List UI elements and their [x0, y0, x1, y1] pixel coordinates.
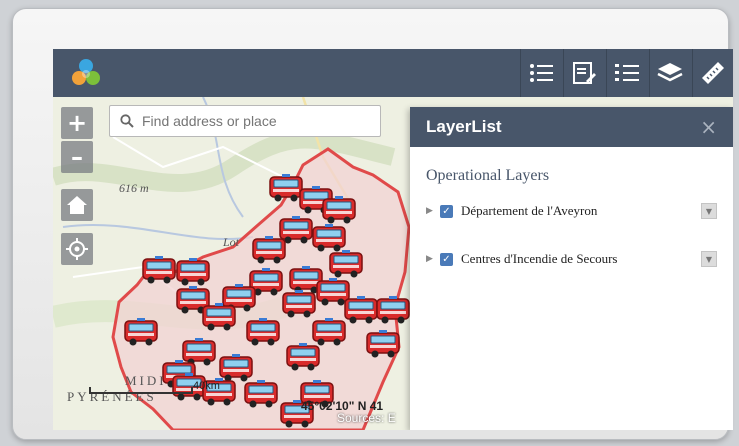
tablet-frame: 616 m Lot MIDI- PYRÉNÉES + – Find addres… — [12, 8, 733, 440]
layer-row-departement[interactable]: ▶ ✓ Département de l'Aveyron ▼ — [426, 199, 717, 223]
fire-truck-marker[interactable] — [201, 302, 237, 332]
scale-label: 40km — [193, 380, 220, 392]
search-box[interactable] — [109, 105, 381, 137]
expand-caret-icon[interactable]: ▶ — [426, 206, 440, 216]
layer-row-centres[interactable]: ▶ ✓ Centres d'Incendie de Secours ▼ — [426, 247, 717, 271]
layer-checkbox[interactable]: ✓ — [440, 204, 453, 218]
zoom-out-button[interactable]: – — [61, 141, 93, 173]
layer-menu-chevron-icon[interactable]: ▼ — [701, 203, 717, 219]
layer-menu-chevron-icon[interactable]: ▼ — [701, 251, 717, 267]
zoom-in-button[interactable]: + — [61, 107, 93, 139]
fire-truck-marker[interactable] — [175, 257, 211, 287]
layer-checkbox[interactable]: ✓ — [440, 252, 453, 266]
legend-list-icon — [615, 64, 639, 81]
layer-label: Centres d'Incendie de Secours — [461, 251, 618, 266]
scale-bar: 40km — [89, 380, 220, 394]
home-icon — [67, 196, 87, 214]
fire-truck-marker[interactable] — [343, 295, 379, 325]
layerlist-body: Operational Layers ▶ ✓ Département de l'… — [410, 147, 733, 315]
search-icon — [120, 114, 134, 128]
locate-button[interactable] — [61, 233, 93, 265]
fire-truck-marker[interactable] — [321, 195, 357, 225]
river-label: Lot — [223, 235, 240, 249]
layerlist-header: LayerList × — [410, 107, 733, 147]
fire-truck-marker[interactable] — [328, 249, 364, 279]
widget-toolbar — [518, 49, 733, 97]
fire-truck-marker[interactable] — [245, 317, 281, 347]
list-icon — [530, 64, 553, 82]
fire-truck-marker[interactable] — [123, 317, 159, 347]
search-input[interactable] — [140, 112, 364, 130]
edit-note-icon — [573, 62, 596, 84]
close-icon[interactable]: × — [700, 115, 717, 139]
fire-truck-marker[interactable] — [375, 295, 411, 325]
layer-label: Département de l'Aveyron — [461, 203, 598, 218]
fire-truck-marker[interactable] — [281, 289, 317, 319]
measure-button[interactable] — [692, 49, 733, 97]
crosshair-icon — [66, 238, 88, 260]
attribution-text[interactable]: Sources: E — [337, 411, 396, 425]
edit-button[interactable] — [563, 49, 604, 97]
measure-ruler-icon — [702, 62, 724, 84]
map-view[interactable]: 616 m Lot MIDI- PYRÉNÉES + – Find addres… — [53, 97, 733, 430]
section-title: Operational Layers — [426, 167, 550, 184]
fire-truck-marker[interactable] — [365, 329, 401, 359]
home-button[interactable] — [61, 189, 93, 221]
expand-caret-icon[interactable]: ▶ — [426, 254, 440, 264]
header-bar — [53, 49, 733, 97]
fire-truck-marker[interactable] — [243, 379, 279, 409]
fire-truck-marker[interactable] — [141, 255, 177, 285]
layerlist-panel: LayerList × Operational Layers ▶ ✓ Dépar… — [410, 107, 733, 430]
scale-line — [89, 387, 193, 394]
elevation-label: 616 m — [119, 181, 149, 195]
fire-truck-marker[interactable] — [285, 342, 321, 372]
cube-logo-icon — [72, 59, 100, 85]
app-screen: 616 m Lot MIDI- PYRÉNÉES + – Find addres… — [53, 49, 733, 430]
list-button[interactable] — [520, 49, 561, 97]
layers-button[interactable] — [649, 49, 690, 97]
layers-icon — [657, 63, 683, 82]
layerlist-title: LayerList — [426, 117, 502, 136]
fire-truck-marker[interactable] — [251, 235, 287, 265]
legend-button[interactable] — [606, 49, 647, 97]
